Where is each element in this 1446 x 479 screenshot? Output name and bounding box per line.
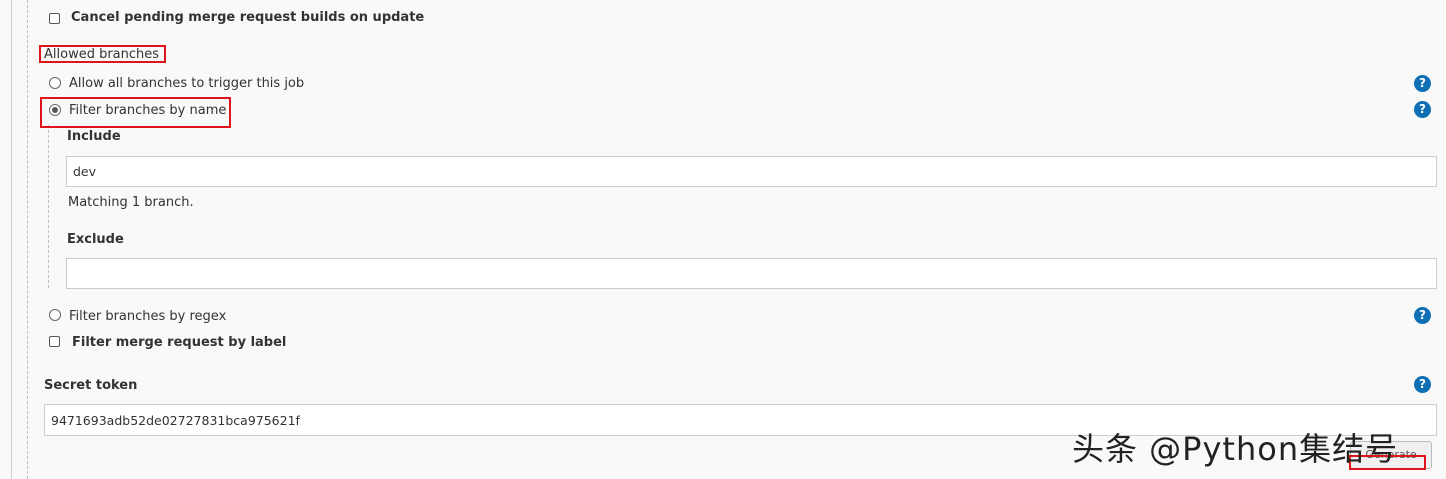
radio-filter-by-regex[interactable] — [49, 309, 61, 321]
cancel-pending-checkbox[interactable] — [49, 13, 60, 24]
section-border — [11, 0, 12, 479]
nested-section-guide — [27, 0, 28, 479]
secret-token-label: Secret token — [44, 378, 138, 393]
help-icon[interactable]: ? — [1414, 307, 1431, 324]
include-match-hint: Matching 1 branch. — [68, 195, 194, 210]
highlight-allowed-branches — [39, 45, 166, 63]
filter-label-checkbox[interactable] — [49, 336, 60, 347]
watermark: 头条 @Python集结号 — [1072, 430, 1399, 468]
filter-label-label: Filter merge request by label — [72, 335, 287, 350]
help-icon[interactable]: ? — [1414, 101, 1431, 118]
cancel-pending-label: Cancel pending merge request builds on u… — [71, 10, 425, 25]
include-label: Include — [67, 129, 121, 144]
help-icon[interactable]: ? — [1414, 376, 1431, 393]
exclude-input[interactable] — [66, 258, 1437, 289]
filter-by-name-guide — [48, 125, 49, 288]
help-icon[interactable]: ? — [1414, 75, 1431, 92]
filter-by-regex-label: Filter branches by regex — [69, 309, 227, 324]
radio-allow-all-branches[interactable] — [49, 77, 61, 89]
exclude-label: Exclude — [67, 232, 124, 247]
allow-all-branches-label: Allow all branches to trigger this job — [69, 76, 305, 91]
include-input[interactable] — [66, 156, 1437, 187]
highlight-filter-by-name — [40, 97, 231, 128]
